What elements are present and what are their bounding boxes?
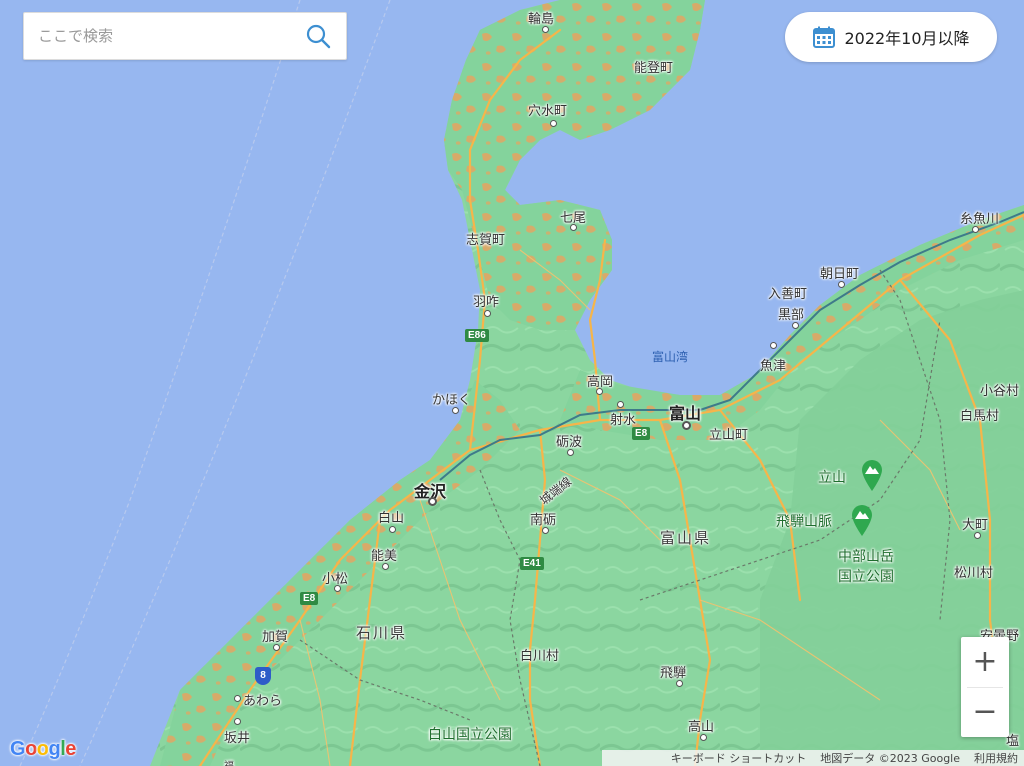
place-label-awara[interactable]: あわら — [243, 690, 282, 709]
city-dot — [570, 224, 577, 231]
road-shield-e8-east: E8 — [632, 427, 651, 440]
city-dot — [567, 449, 574, 456]
road-shield-e86: E86 — [465, 329, 489, 342]
place-label-itoigawa[interactable]: 糸魚川 — [960, 208, 999, 227]
place-label-hakui[interactable]: 羽咋 — [473, 291, 499, 310]
place-label-sakai[interactable]: 坂井 — [224, 727, 250, 746]
city-dot — [452, 407, 459, 414]
city-dot — [542, 527, 549, 534]
poi-label-tateyama[interactable]: 立山 — [818, 467, 846, 487]
google-logo[interactable]: Google — [10, 738, 76, 761]
place-label-asahi[interactable]: 朝日町 — [820, 263, 859, 282]
park-label-chubu-line2[interactable]: 国立公園 — [838, 566, 894, 586]
bay-label-toyama: 富山湾 — [652, 350, 689, 364]
park-label-hakusan[interactable]: 白山国立公園 — [428, 724, 512, 744]
date-filter-button[interactable]: 2022年10月以降 — [785, 12, 997, 62]
map-canvas[interactable] — [0, 0, 1024, 766]
city-dot — [792, 322, 799, 329]
place-label-shika[interactable]: 志賀町 — [466, 229, 505, 248]
zoom-out-button[interactable]: − — [961, 688, 1009, 738]
search-input[interactable] — [38, 27, 304, 45]
place-label-hakuba[interactable]: 白馬村 — [960, 405, 999, 424]
city-dot — [974, 532, 981, 539]
zoom-in-button[interactable]: + — [961, 637, 1009, 687]
city-dot — [838, 281, 845, 288]
place-label-kaga[interactable]: 加賀 — [262, 626, 288, 645]
road-shield-e8-west: E8 — [300, 592, 319, 605]
city-dot — [617, 401, 624, 408]
place-label-nomi[interactable]: 能美 — [371, 545, 397, 564]
city-dot — [484, 310, 491, 317]
park-label-chubu-line1[interactable]: 中部山岳 — [838, 546, 894, 566]
place-label-komatsu[interactable]: 小松 — [322, 568, 348, 587]
city-dot — [676, 680, 683, 687]
city-dot — [382, 563, 389, 570]
city-dot — [428, 497, 437, 506]
place-label-matsukawa[interactable]: 松川村 — [954, 562, 993, 581]
city-dot — [596, 388, 603, 395]
city-dot — [682, 421, 691, 430]
place-label-noto[interactable]: 能登町 — [634, 57, 673, 76]
search-icon[interactable] — [304, 22, 332, 50]
search-box[interactable] — [23, 12, 347, 60]
keyboard-shortcuts-link[interactable]: キーボード ショートカット — [671, 750, 807, 766]
calendar-icon — [813, 26, 836, 48]
mountain-marker-icon[interactable] — [850, 503, 874, 537]
city-dot — [334, 585, 341, 592]
prefecture-label-toyama: 富山県 — [660, 529, 712, 547]
city-dot — [234, 718, 241, 725]
place-label-kahoku[interactable]: かほく — [432, 389, 471, 408]
place-label-tateyama-town[interactable]: 立山町 — [709, 424, 748, 443]
city-dot — [273, 644, 280, 651]
date-filter-label: 2022年10月以降 — [844, 29, 970, 48]
place-label-nyuzen[interactable]: 入善町 — [768, 283, 807, 302]
terms-link[interactable]: 利用規約 — [974, 750, 1018, 766]
place-label-takayama[interactable]: 高山 — [688, 716, 714, 735]
place-label-uozu[interactable]: 魚津 — [760, 355, 786, 374]
place-label-tonami[interactable]: 砺波 — [556, 431, 582, 450]
place-label-shirakawa[interactable]: 白川村 — [520, 645, 559, 664]
place-label-wajima[interactable]: 輪島 — [528, 8, 554, 27]
place-label-hida[interactable]: 飛騨 — [660, 662, 686, 681]
route-shield-8: 8 — [255, 667, 271, 685]
place-label-omachi[interactable]: 大町 — [962, 514, 988, 533]
place-label-fukui-partial[interactable]: 福 — [224, 757, 234, 766]
place-label-imizu[interactable]: 射水 — [610, 409, 636, 428]
city-dot — [234, 695, 241, 702]
poi-label-hida-mountains[interactable]: 飛騨山脈 — [776, 511, 832, 531]
place-label-hakusan[interactable]: 白山 — [378, 507, 404, 526]
prefecture-label-ishikawa: 石川県 — [356, 624, 408, 642]
place-label-anamizu[interactable]: 穴水町 — [528, 100, 567, 119]
city-dot — [700, 734, 707, 741]
attribution-bar: キーボード ショートカット 地図データ ©2023 Google 利用規約 — [602, 750, 1024, 766]
city-dot — [770, 342, 777, 349]
place-label-kurobe[interactable]: 黒部 — [778, 304, 804, 323]
city-dot — [550, 120, 557, 127]
mountain-marker-icon[interactable] — [860, 458, 884, 492]
zoom-control: + − — [961, 637, 1009, 737]
map-data-label: 地図データ ©2023 Google — [820, 752, 960, 765]
city-dot — [542, 26, 549, 33]
place-label-otari[interactable]: 小谷村 — [980, 380, 1019, 399]
city-dot — [389, 526, 396, 533]
place-label-nanto[interactable]: 南砺 — [530, 509, 556, 528]
city-dot — [972, 226, 979, 233]
road-shield-e41: E41 — [520, 557, 544, 570]
